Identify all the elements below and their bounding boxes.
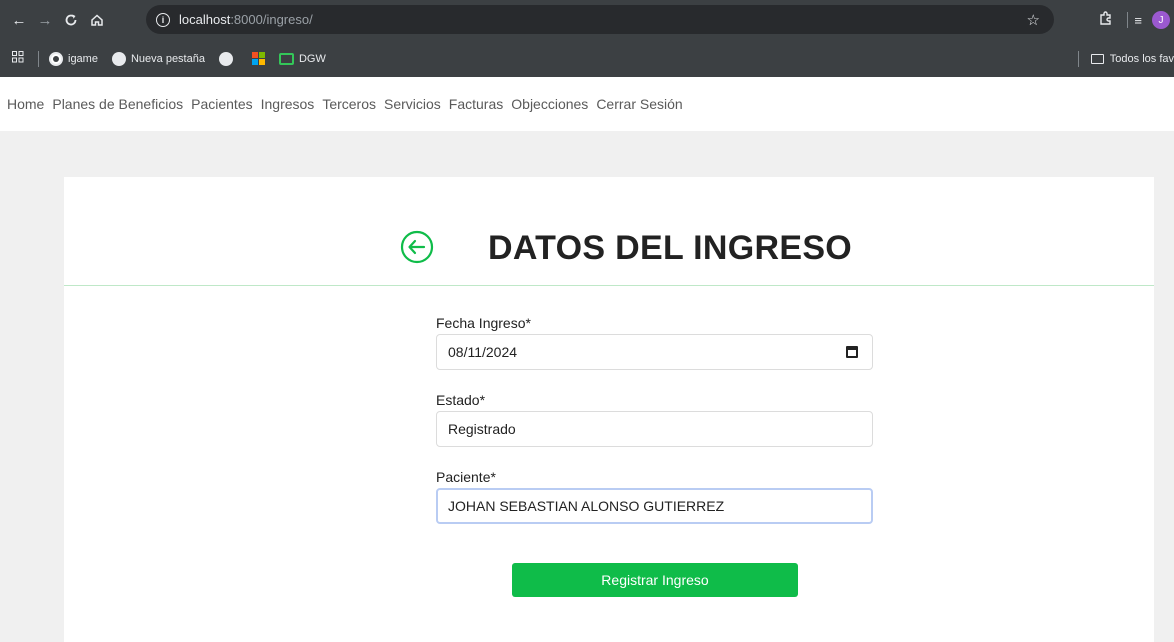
- toolbar-separator: [1127, 12, 1129, 28]
- card-header: DATOS DEL INGRESO: [64, 177, 1154, 286]
- fecha-ingreso-input[interactable]: 08/11/2024: [436, 334, 873, 370]
- address-bar[interactable]: i localhost:8000/ingreso/ ☆: [146, 5, 1054, 34]
- bookmark-igame[interactable]: igame: [49, 51, 98, 66]
- extensions-icon[interactable]: [1098, 10, 1113, 30]
- bookmark-globe[interactable]: [218, 51, 238, 66]
- url-text: localhost:8000/ingreso/: [179, 12, 313, 27]
- registrar-ingreso-button[interactable]: Registrar Ingreso: [512, 563, 798, 597]
- globe-icon: [218, 51, 233, 66]
- bookmarks-separator: [38, 50, 39, 67]
- profile-avatar[interactable]: J: [1152, 11, 1170, 29]
- toolbar-right: ≡ J: [1098, 0, 1174, 40]
- nav-planes-de-beneficios[interactable]: Planes de Beneficios: [52, 96, 183, 112]
- nav-terceros[interactable]: Terceros: [322, 96, 376, 112]
- ingreso-form: Fecha Ingreso* 08/11/2024 Estado* Regist…: [436, 315, 874, 546]
- fecha-ingreso-label: Fecha Ingreso*: [436, 315, 531, 331]
- nav-facturas[interactable]: Facturas: [449, 96, 503, 112]
- nav-servicios[interactable]: Servicios: [384, 96, 441, 112]
- dgw-icon: [278, 52, 294, 65]
- bookmark-star-icon[interactable]: ☆: [1027, 11, 1040, 29]
- paciente-label: Paciente*: [436, 469, 496, 485]
- bookmark-nueva-pestana[interactable]: Nueva pestaña: [111, 51, 205, 66]
- forward-arrow-icon[interactable]: →: [32, 7, 58, 33]
- paciente-value: JOHAN SEBASTIAN ALONSO GUTIERREZ: [448, 498, 725, 514]
- back-circle-arrow-icon[interactable]: [400, 230, 434, 264]
- bookmark-dgw[interactable]: DGW: [278, 52, 326, 65]
- home-icon[interactable]: [84, 7, 110, 33]
- microsoft-icon[interactable]: [251, 52, 265, 65]
- bookmarks-right-separator: [1077, 50, 1079, 67]
- form-card: DATOS DEL INGRESO Fecha Ingreso* 08/11/2…: [64, 177, 1154, 642]
- estado-label: Estado*: [436, 392, 486, 408]
- nav-objecciones[interactable]: Objecciones: [511, 96, 588, 112]
- main-nav: Home Planes de Beneficios Pacientes Ingr…: [0, 77, 1174, 131]
- nav-cerrar-sesion[interactable]: Cerrar Sesión: [596, 96, 682, 112]
- browser-toolbar: ← → i localhost:8000/ingreso/ ☆ ≡ J: [0, 0, 1174, 40]
- globe-icon: [111, 51, 126, 66]
- nav-pacientes[interactable]: Pacientes: [191, 96, 252, 112]
- nav-ingresos[interactable]: Ingresos: [261, 96, 315, 112]
- paciente-input[interactable]: JOHAN SEBASTIAN ALONSO GUTIERREZ: [436, 488, 873, 524]
- page-title: DATOS DEL INGRESO: [488, 229, 853, 267]
- nav-home[interactable]: Home: [7, 96, 44, 112]
- estado-input[interactable]: Registrado: [436, 411, 873, 447]
- estado-value: Registrado: [448, 421, 516, 437]
- reading-list-icon[interactable]: ≡: [1134, 13, 1142, 28]
- reload-icon[interactable]: [58, 7, 84, 33]
- all-bookmarks[interactable]: Todos los fav: [1072, 40, 1174, 77]
- bookmarks-bar: igame Nueva pestaña DGW Todos los fav: [0, 40, 1174, 77]
- back-arrow-icon[interactable]: ←: [6, 7, 32, 33]
- whatsapp-icon: [49, 51, 63, 66]
- apps-grid-icon[interactable]: [12, 51, 24, 66]
- folder-icon: [1090, 53, 1104, 64]
- calendar-icon[interactable]: [846, 346, 858, 358]
- fecha-ingreso-value: 08/11/2024: [448, 344, 518, 360]
- site-info-icon[interactable]: i: [156, 12, 170, 27]
